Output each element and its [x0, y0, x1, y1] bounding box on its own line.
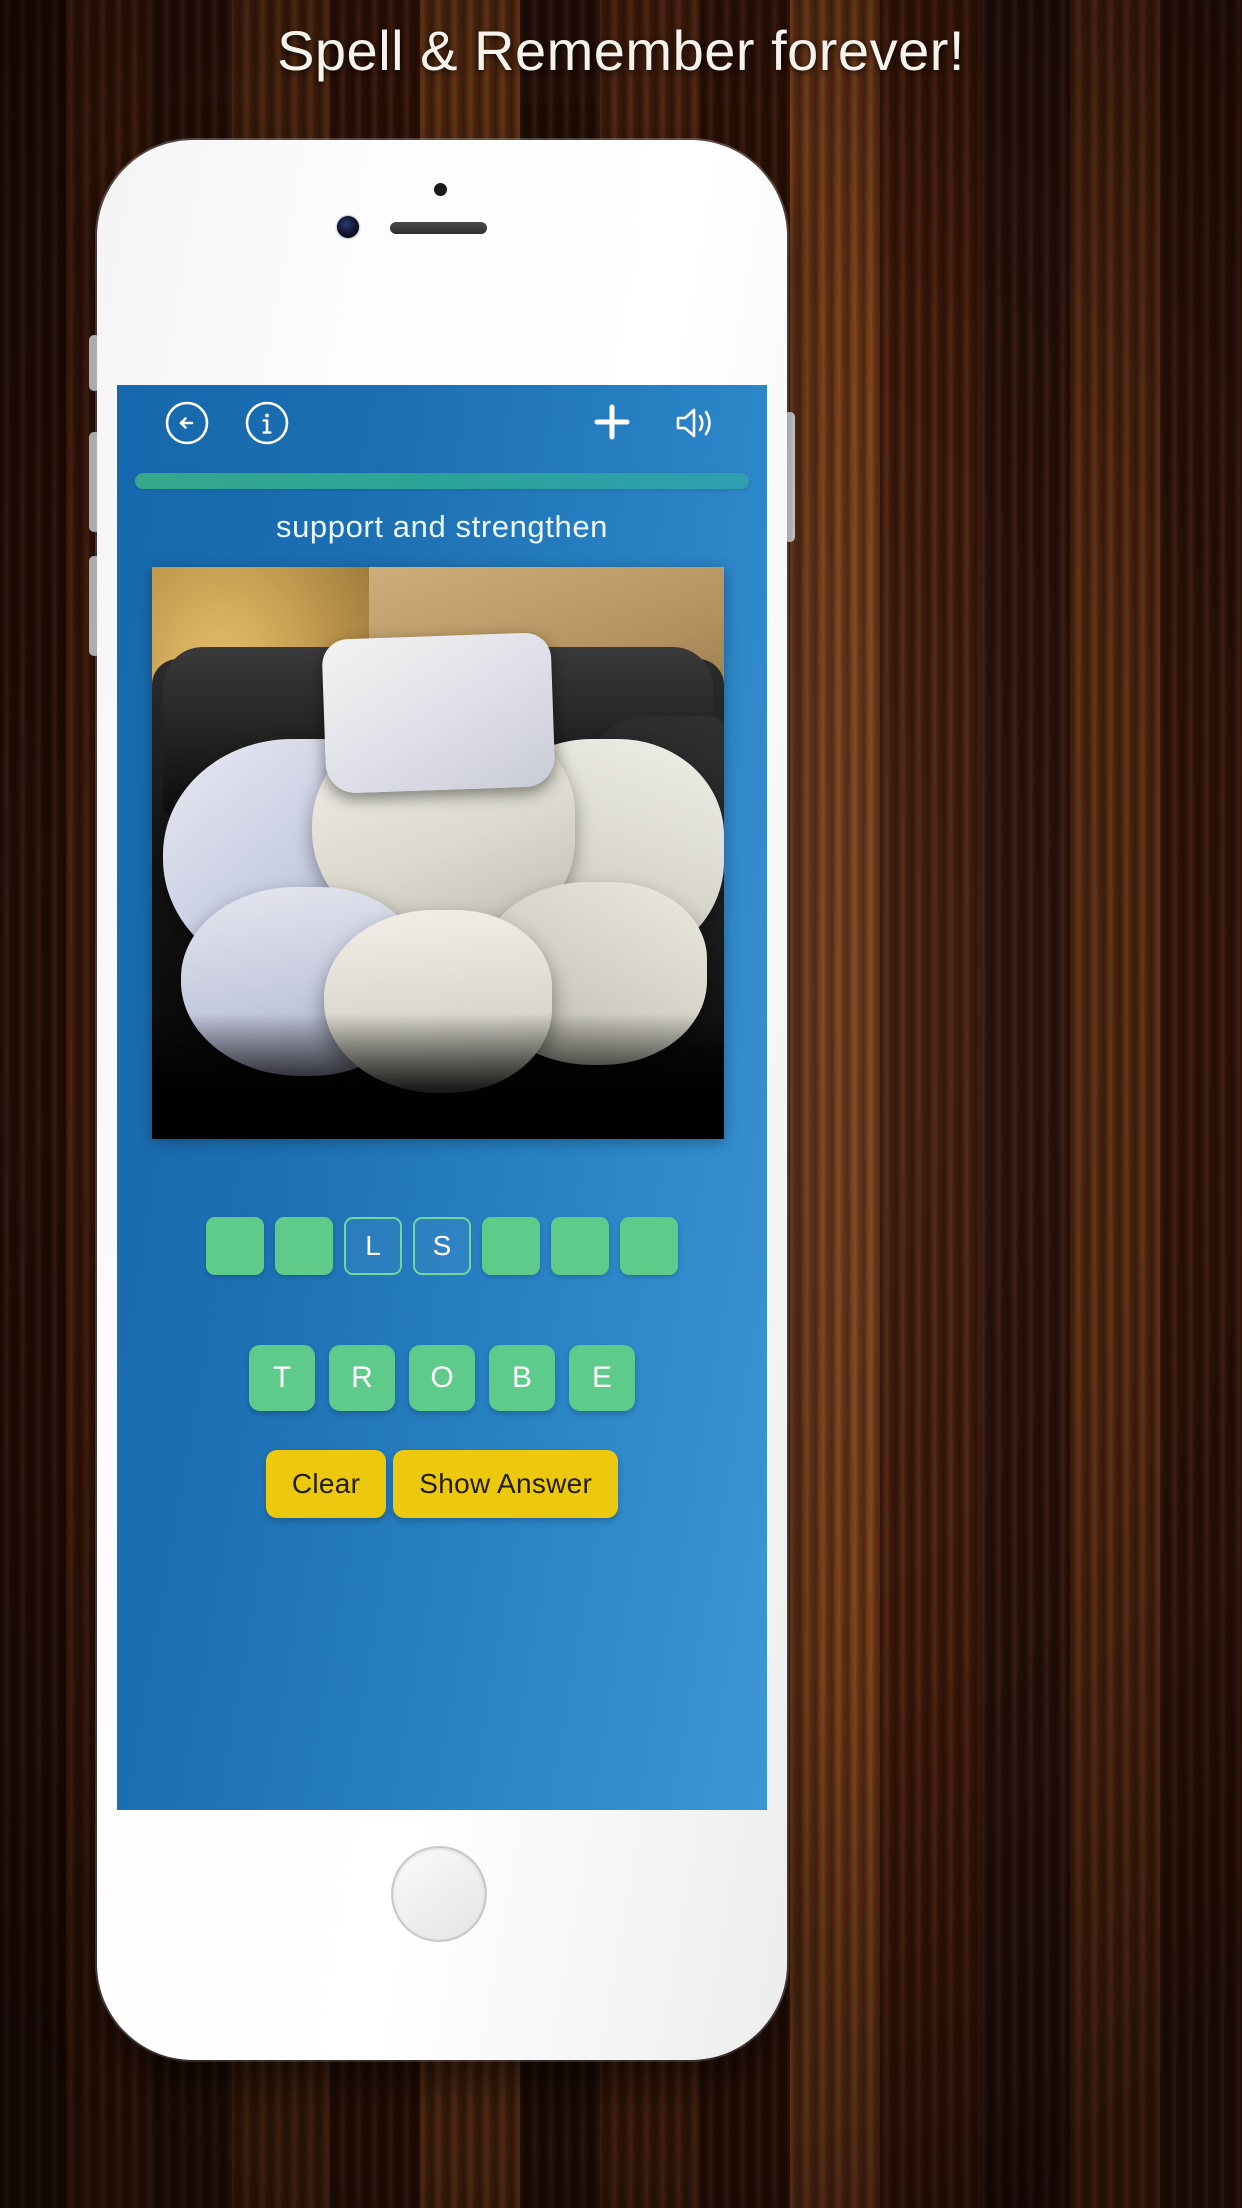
- front-camera: [337, 216, 359, 238]
- answer-slot[interactable]: S: [413, 1217, 471, 1275]
- letter-tile[interactable]: O: [409, 1345, 475, 1411]
- plus-icon[interactable]: [589, 399, 635, 445]
- action-button-row: Clear Show Answer: [117, 1450, 767, 1518]
- show-answer-button[interactable]: Show Answer: [393, 1450, 619, 1518]
- app-navbar: [117, 385, 767, 457]
- clue-text: support and strengthen: [275, 509, 609, 544]
- progress-bar-track: [135, 473, 749, 489]
- answer-slot[interactable]: [551, 1217, 609, 1275]
- speaker-volume-icon[interactable]: [671, 400, 719, 446]
- photo-bottom-shadow: [152, 1013, 724, 1139]
- app-screen: support and strengthen LS TROBE Clear Sh…: [117, 385, 767, 1810]
- answer-slot[interactable]: L: [344, 1217, 402, 1275]
- photo-scene: [152, 567, 724, 1139]
- progress-bar-fill: [135, 473, 749, 489]
- word-image[interactable]: [152, 567, 724, 1139]
- letter-tile[interactable]: B: [489, 1345, 555, 1411]
- answer-slot[interactable]: [620, 1217, 678, 1275]
- answer-slot[interactable]: [275, 1217, 333, 1275]
- photo-pillow: [320, 631, 556, 795]
- answer-slot[interactable]: [206, 1217, 264, 1275]
- info-circle-icon[interactable]: [244, 400, 290, 446]
- letter-tile[interactable]: T: [249, 1345, 315, 1411]
- clear-button[interactable]: Clear: [265, 1450, 387, 1518]
- answer-slot-row: LS: [117, 1217, 767, 1275]
- back-arrow-circle-icon[interactable]: [164, 400, 210, 446]
- answer-slot[interactable]: [482, 1217, 540, 1275]
- letter-bank-row: TROBE: [117, 1345, 767, 1411]
- promo-headline: Spell & Remember forever!: [277, 19, 965, 82]
- letter-tile[interactable]: R: [329, 1345, 395, 1411]
- phone-home-button: [391, 1846, 487, 1942]
- letter-tile[interactable]: E: [569, 1345, 635, 1411]
- proximity-sensor: [434, 183, 447, 196]
- earpiece-speaker: [390, 222, 487, 234]
